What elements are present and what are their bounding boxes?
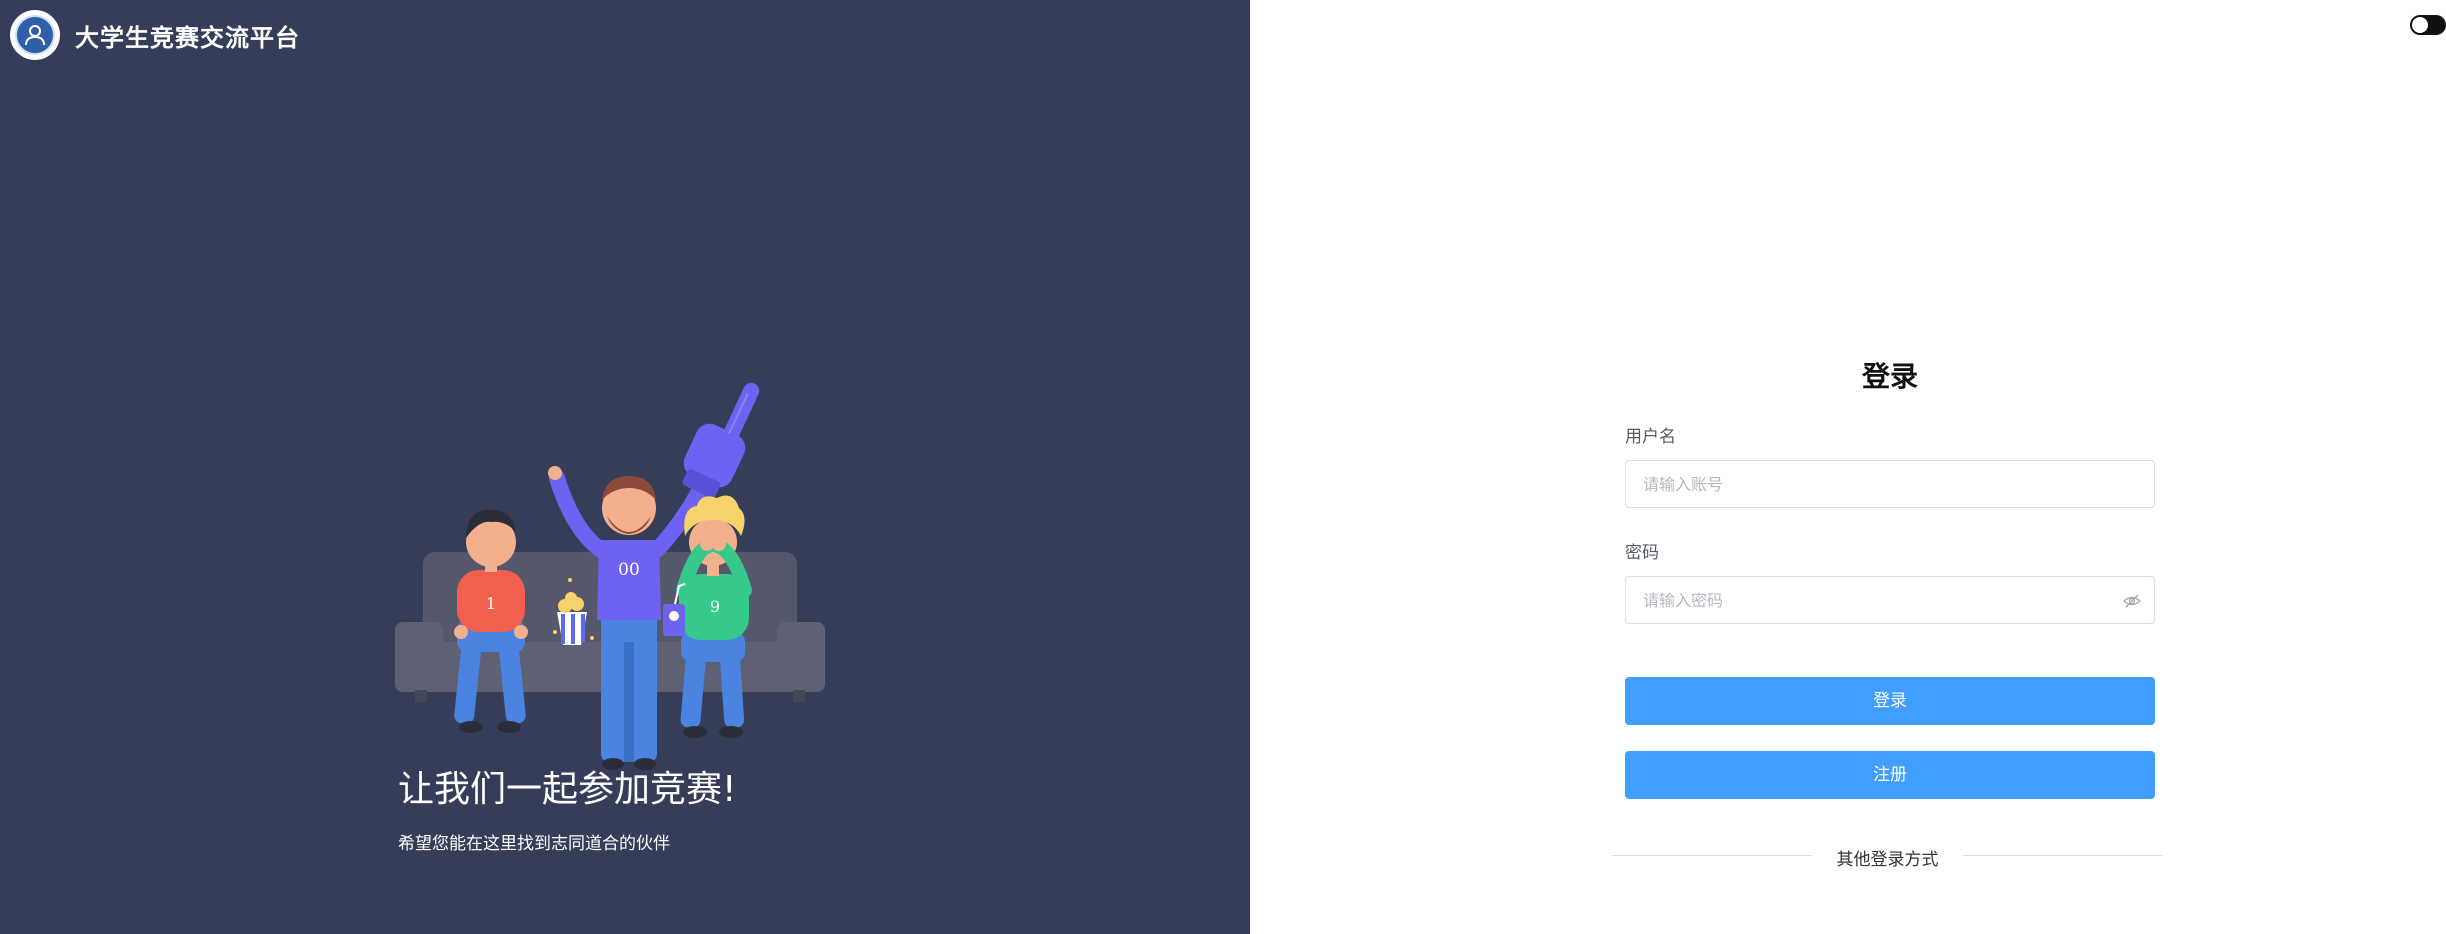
username-input-wrapper <box>1625 460 2155 508</box>
jersey-number-00: 00 <box>618 560 640 580</box>
login-button[interactable]: 登录 <box>1625 677 2155 725</box>
login-title: 登录 <box>1861 360 1918 393</box>
password-label: 密码 <box>1625 543 1659 563</box>
left-panel: 大学生竞赛交流平台 1 00 9 让我们一起参加竞赛! 希望您能在这里找到志同道… <box>0 0 1250 934</box>
divider-right <box>1963 855 2163 856</box>
password-input[interactable] <box>1643 577 2113 623</box>
hero-slogan: 让我们一起参加竞赛! <box>398 769 737 810</box>
theme-toggle[interactable] <box>2410 15 2446 35</box>
divider-left <box>1612 855 1812 856</box>
fans-illustration: 1 00 9 <box>395 382 825 770</box>
user-group-icon <box>10 10 60 60</box>
hero-subtitle: 希望您能在这里找到志同道合的伙伴 <box>398 834 670 854</box>
username-input[interactable] <box>1643 461 2113 507</box>
toggle-knob <box>2412 17 2428 33</box>
brand: 大学生竞赛交流平台 <box>10 10 300 60</box>
other-login-methods-label: 其他登录方式 <box>1836 850 1939 870</box>
eye-off-icon[interactable] <box>2122 591 2142 611</box>
password-input-wrapper <box>1625 576 2155 624</box>
jersey-number-1: 1 <box>486 594 496 613</box>
app-title: 大学生竞赛交流平台 <box>75 23 300 52</box>
username-label: 用户名 <box>1625 427 1676 447</box>
register-button[interactable]: 注册 <box>1625 751 2155 799</box>
jersey-number-9: 9 <box>710 597 720 616</box>
